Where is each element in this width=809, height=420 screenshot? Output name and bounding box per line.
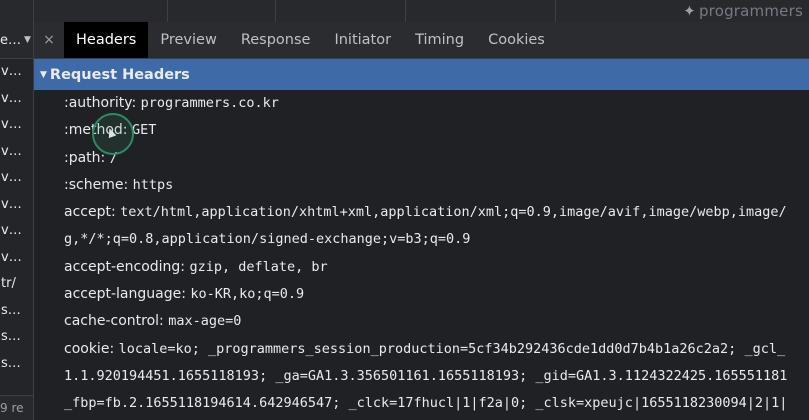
brand-watermark-text: programmers <box>698 2 803 20</box>
header-row: cookie: locale=ko; _programmers_session_… <box>64 336 809 363</box>
name-column-header-label: e… <box>0 32 21 48</box>
programmers-logo-icon: ✦ <box>683 2 696 20</box>
header-value: ko-KR,ko;q=0.9 <box>190 286 305 303</box>
tab-timing[interactable]: Timing <box>403 22 476 58</box>
request-list-item[interactable]: v… <box>0 86 33 113</box>
tab-headers[interactable]: Headers <box>64 22 149 58</box>
request-list-item[interactable]: v… <box>0 112 33 139</box>
column-divider <box>167 0 168 22</box>
request-list-item[interactable]: tr/ <box>0 271 33 298</box>
name-column-header[interactable]: e… ▼ <box>0 22 33 59</box>
header-name: :scheme: <box>64 176 129 193</box>
request-list-item[interactable]: v… <box>0 218 33 245</box>
request-list-item[interactable]: v… <box>0 192 33 219</box>
column-divider <box>405 0 406 22</box>
header-value: text/html,application/xhtml+xml,applicat… <box>120 204 787 221</box>
tab-preview[interactable]: Preview <box>148 22 228 58</box>
column-divider <box>275 0 276 22</box>
header-value: _fbp=fb.2.1655118194614.642946547; _clck… <box>64 395 788 412</box>
network-table-header-strip: ✦ programmers <box>0 0 809 23</box>
request-list-item[interactable]: v… <box>0 165 33 192</box>
request-detail-tabs: × Headers Preview Response Initiator Tim… <box>34 22 809 59</box>
header-row: :method: GET <box>64 117 809 144</box>
close-icon[interactable]: × <box>34 22 64 58</box>
request-list-item[interactable]: v… <box>0 139 33 166</box>
column-divider <box>33 0 34 22</box>
tab-initiator[interactable]: Initiator <box>322 22 403 58</box>
request-list-item[interactable]: v… <box>0 245 33 272</box>
header-name: :path: <box>64 149 106 166</box>
headers-content: ▼ Request Headers :authority: programmer… <box>34 59 809 420</box>
request-headers-section-toggle[interactable]: ▼ Request Headers <box>34 59 809 90</box>
header-row: :authority: programmers.co.kr <box>64 90 809 117</box>
request-list-item[interactable]: s… <box>0 351 33 378</box>
chevron-down-icon[interactable]: ▼ <box>24 35 31 45</box>
header-value: GET <box>131 122 157 139</box>
devtools-network-panel: ✦ programmers e… ▼ v… v… v… v… v… v… v… v… <box>0 0 809 420</box>
header-row: :scheme: https <box>64 172 809 199</box>
request-name-column: e… ▼ v… v… v… v… v… v… v… v… tr/ s… s… s… <box>0 22 34 420</box>
header-row: :path: / <box>64 145 809 172</box>
header-value: g,*/*;q=0.8,application/signed-exchange;… <box>64 231 471 248</box>
brand-watermark: ✦ programmers <box>683 2 803 20</box>
header-name: accept-language: <box>64 286 186 303</box>
header-row: accept-encoding: gzip, deflate, br <box>64 254 809 281</box>
column-divider <box>555 0 556 22</box>
request-count-status: 9 re <box>0 395 33 420</box>
header-row-continuation: g,*/*;q=0.8,application/signed-exchange;… <box>64 226 809 253</box>
header-row: cache-control: max-age=0 <box>64 308 809 335</box>
header-value: / <box>109 149 118 166</box>
header-value: programmers.co.kr <box>140 95 279 111</box>
header-name: cookie: <box>64 340 115 357</box>
tab-response[interactable]: Response <box>229 22 323 58</box>
header-name: :authority: <box>64 95 137 111</box>
header-value: locale=ko; _programmers_session_producti… <box>118 340 786 357</box>
header-name: cache-control: <box>64 313 164 330</box>
header-row-continuation: _fbp=fb.2.1655118194614.642946547; _clck… <box>64 390 809 417</box>
triangle-down-icon: ▼ <box>40 69 47 80</box>
section-title: Request Headers <box>49 66 190 83</box>
request-list-item[interactable]: s… <box>0 324 33 351</box>
header-name: :method: <box>64 122 128 139</box>
header-name: accept: <box>64 204 116 221</box>
header-value: max-age=0 <box>168 313 242 330</box>
request-list-item[interactable]: s… <box>0 298 33 325</box>
header-value: https <box>132 176 174 193</box>
tab-cookies[interactable]: Cookies <box>476 22 557 58</box>
header-name: accept-encoding: <box>64 258 186 275</box>
header-list: :authority: programmers.co.kr :method: G… <box>34 90 809 418</box>
header-value: 1.1.920194451.1655118193; _ga=GA1.3.3565… <box>64 367 788 384</box>
request-list-item[interactable]: v… <box>0 59 33 86</box>
header-row: accept: text/html,application/xhtml+xml,… <box>64 199 809 226</box>
header-value: gzip, deflate, br <box>189 258 328 275</box>
header-row: accept-language: ko-KR,ko;q=0.9 <box>64 281 809 308</box>
header-row-continuation: 1.1.920194451.1655118193; _ga=GA1.3.3565… <box>64 363 809 390</box>
